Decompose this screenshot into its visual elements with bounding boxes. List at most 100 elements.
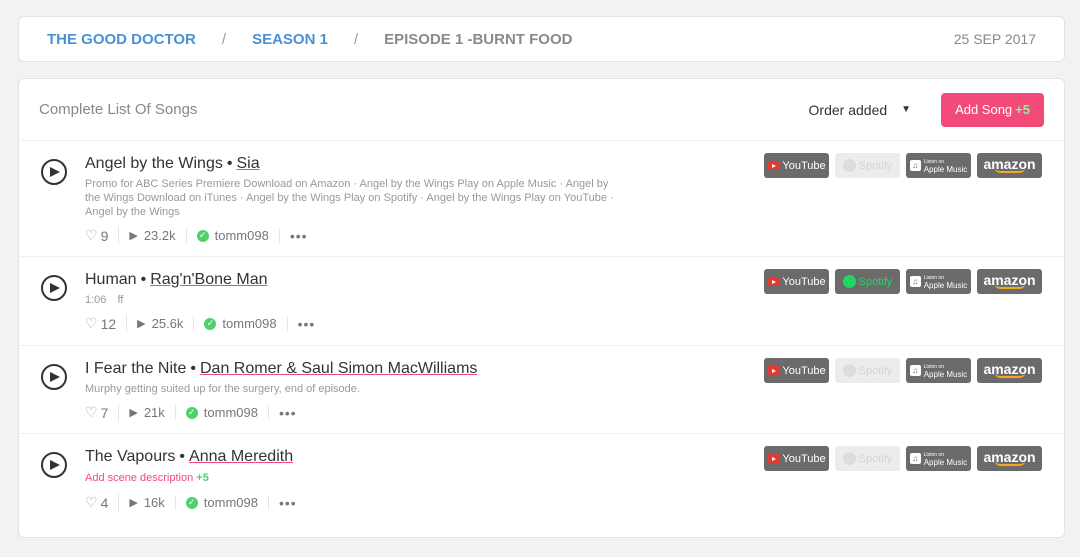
like-count: 4 [100,494,109,511]
amazon-button[interactable]: amazon [977,446,1042,471]
apple-music-button[interactable]: ♫ Listen on Apple Music [906,358,971,383]
apple-music-button[interactable]: ♫ Listen on Apple Music [906,153,971,178]
separator-dot: • [179,448,186,465]
add-song-button[interactable]: Add Song +5 [941,92,1044,127]
play-icon [50,283,60,293]
separator-dot: • [140,271,147,288]
youtube-label: YouTube [782,159,826,172]
apple-music-button[interactable]: ♫ Listen on Apple Music [906,269,971,294]
username: tomm098 [214,228,269,243]
added-by[interactable]: ✓ tomm098 [204,316,288,331]
play-button[interactable] [41,159,67,185]
play-count-icon: ▶ [129,230,138,242]
apple-music-label: Apple Music [923,164,968,174]
spotify-label: Spotify [858,364,893,377]
streaming-services: YouTube Spotify ♫ Listen on Apple Music am… [758,358,1042,383]
play-count: ▶ 25.6k [137,316,195,331]
breadcrumb-show-link[interactable]: THE GOOD DOCTOR [47,31,196,48]
apple-music-icon: ♫ [909,453,921,464]
like-button[interactable]: ♡ 12 [85,315,128,332]
play-count-value: 25.6k [151,316,184,331]
spotify-icon [842,159,856,172]
apple-music-icon: ♫ [909,160,921,171]
song-title: I Fear the Nite [85,360,187,377]
apple-music-icon: ♫ [909,365,921,376]
added-by[interactable]: ✓ tomm098 [185,495,269,510]
play-icon [50,460,60,470]
play-count: ▶ 16k [129,495,176,510]
song-row: Human • Rag'n'Bone Man 1:06 ff ♡ 12 ▶ 25.6k … [19,257,1064,346]
episode-date: 25 SEP 2017 [953,31,1036,47]
play-count: ▶ 23.2k [129,228,187,243]
play-icon [50,372,60,382]
song-title: The Vapours [85,448,176,465]
like-button[interactable]: ♡ 7 [85,404,120,421]
more-options-button[interactable]: ••• [298,316,326,332]
breadcrumb-season-link[interactable]: SEASON 1 [252,31,328,48]
youtube-button[interactable]: YouTube [764,358,829,383]
spotify-label: Spotify [858,452,893,465]
amazon-button[interactable]: amazon [977,269,1042,294]
artist-link[interactable]: Dan Romer & Saul Simon MacWilliams [200,360,477,377]
order-dropdown[interactable]: Order added ▼ [809,102,912,118]
play-button[interactable] [41,364,67,390]
more-options-button[interactable]: ••• [290,228,318,244]
artist-link[interactable]: Rag'n'Bone Man [150,271,267,288]
play-button[interactable] [41,275,67,301]
added-by[interactable]: ✓ tomm098 [185,405,269,420]
song-meta: ♡ 4 ▶ 16k ✓ tomm098 ••• [85,494,1064,511]
play-count-value: 23.2k [143,228,176,243]
separator-dot: • [190,360,196,377]
like-button[interactable]: ♡ 9 [85,227,120,244]
like-button[interactable]: ♡ 4 [85,494,120,511]
like-count: 9 [100,227,109,244]
heart-icon: ♡ [85,404,98,420]
more-options-button[interactable]: ••• [279,405,307,421]
apple-music-button[interactable]: ♫ Listen on Apple Music [906,446,971,471]
username: tomm098 [203,495,258,510]
youtube-icon [767,366,781,375]
order-dropdown-label: Order added [808,101,888,118]
youtube-icon [767,161,781,170]
breadcrumb-separator: / [221,30,227,48]
separator-dot: • [226,155,233,172]
more-icon: ••• [297,315,316,332]
youtube-button[interactable]: YouTube [764,446,829,471]
add-song-points: +5 [1015,102,1030,117]
amazon-button[interactable]: amazon [977,358,1042,383]
song-title: Angel by the Wings [85,155,223,172]
scene-info: 1:06 ff [85,293,625,307]
play-count-icon: ▶ [129,497,138,509]
added-by[interactable]: ✓ tomm098 [196,228,280,243]
play-icon [50,167,60,177]
play-count: ▶ 21k [129,405,176,420]
spotify-button: Spotify [835,446,900,471]
like-count: 7 [100,404,109,421]
artist-link[interactable]: Anna Meredith [189,448,293,465]
add-scene-description-points: +5 [196,472,209,484]
more-options-button[interactable]: ••• [279,495,307,511]
artist-link[interactable]: Sia [236,155,259,172]
youtube-button[interactable]: YouTube [764,269,829,294]
spotify-icon [842,364,856,377]
streaming-services: YouTube Spotify ♫ Listen on Apple Music am… [758,269,1042,294]
breadcrumb: THE GOOD DOCTOR / SEASON 1 / EPISODE 1 -… [18,16,1065,62]
youtube-button[interactable]: YouTube [764,153,829,178]
spotify-button[interactable]: Spotify [835,269,900,294]
amazon-button[interactable]: amazon [977,153,1042,178]
play-button[interactable] [41,452,67,478]
apple-music-icon: ♫ [909,276,921,287]
breadcrumb-episode: EPISODE 1 -BURNT FOOD [384,30,573,48]
song-row: The Vapours • Anna Meredith Add scene desc… [19,434,1064,534]
youtube-icon [767,277,781,286]
more-icon: ••• [279,494,297,511]
play-count-icon: ▶ [137,318,146,330]
verified-check-icon: ✓ [196,229,209,242]
spotify-button: Spotify [835,153,900,178]
add-scene-description-link[interactable]: Add scene description +5 [85,472,1064,484]
username: tomm098 [222,316,277,331]
scene-tag: ff [117,294,124,306]
apple-music-label: Apple Music [923,280,968,290]
caret-down-icon: ▼ [901,104,912,115]
amazon-smile-icon [994,373,1025,378]
